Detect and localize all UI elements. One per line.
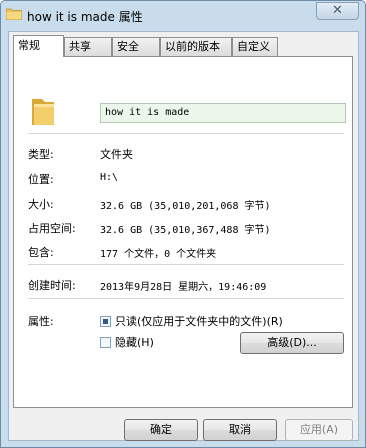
size-label: 大小: (28, 198, 54, 211)
tab-general[interactable]: 常规 (13, 35, 64, 57)
contains-value: 177 个文件，0 个文件夹 (100, 249, 217, 260)
hidden-checkbox[interactable] (100, 337, 111, 348)
advanced-button[interactable]: 高级(D)... (240, 332, 344, 354)
readonly-checkbox[interactable] (100, 316, 111, 327)
location-value: H:\ (100, 172, 119, 183)
size-on-disk-value: 32.6 GB (35,010,367,488 字节) (100, 225, 271, 236)
properties-window: how it is made 属性 ✕ 常规 共享 安全 以前的版本 自定义 h… (0, 0, 366, 448)
tab-security[interactable]: 安全 (112, 37, 160, 56)
tab-previous-versions[interactable]: 以前的版本 (160, 37, 232, 56)
created-label: 创建时间: (28, 279, 76, 292)
location-label: 位置: (28, 173, 54, 186)
folder-icon (6, 8, 22, 20)
readonly-label[interactable]: 只读(仅应用于文件夹中的文件)(R) (115, 313, 283, 329)
type-value: 文件夹 (100, 148, 133, 161)
folder-icon-large (32, 99, 54, 125)
separator (28, 298, 344, 299)
close-button[interactable]: ✕ (316, 2, 359, 20)
contains-label: 包含: (28, 246, 54, 259)
type-label: 类型: (28, 148, 54, 161)
created-value: 2013年9月28日 星期六，19:46:09 (100, 282, 267, 293)
size-on-disk-label: 占用空间: (28, 222, 76, 235)
separator (28, 133, 344, 134)
apply-button[interactable]: 应用(A) (285, 419, 353, 441)
general-tab-content: how it is made 类型: 文件夹 位置: H:\ 大小: 32.6 … (13, 56, 353, 408)
cancel-button[interactable]: 取消 (203, 419, 277, 441)
dialog-panel: 常规 共享 安全 以前的版本 自定义 how it is made 类型: 文件… (8, 31, 359, 441)
tab-customize[interactable]: 自定义 (232, 37, 278, 56)
tab-sharing[interactable]: 共享 (64, 37, 112, 56)
folder-name-field[interactable]: how it is made (100, 103, 346, 123)
attributes-label: 属性: (28, 315, 54, 328)
ok-button[interactable]: 确定 (124, 419, 198, 441)
separator (28, 264, 344, 265)
window-title: how it is made 属性 (27, 10, 143, 24)
title-bar[interactable]: how it is made 属性 ✕ (1, 1, 365, 29)
hidden-label[interactable]: 隐藏(H) (115, 334, 154, 350)
close-icon: ✕ (332, 3, 343, 18)
size-value: 32.6 GB (35,010,201,068 字节) (100, 201, 271, 212)
